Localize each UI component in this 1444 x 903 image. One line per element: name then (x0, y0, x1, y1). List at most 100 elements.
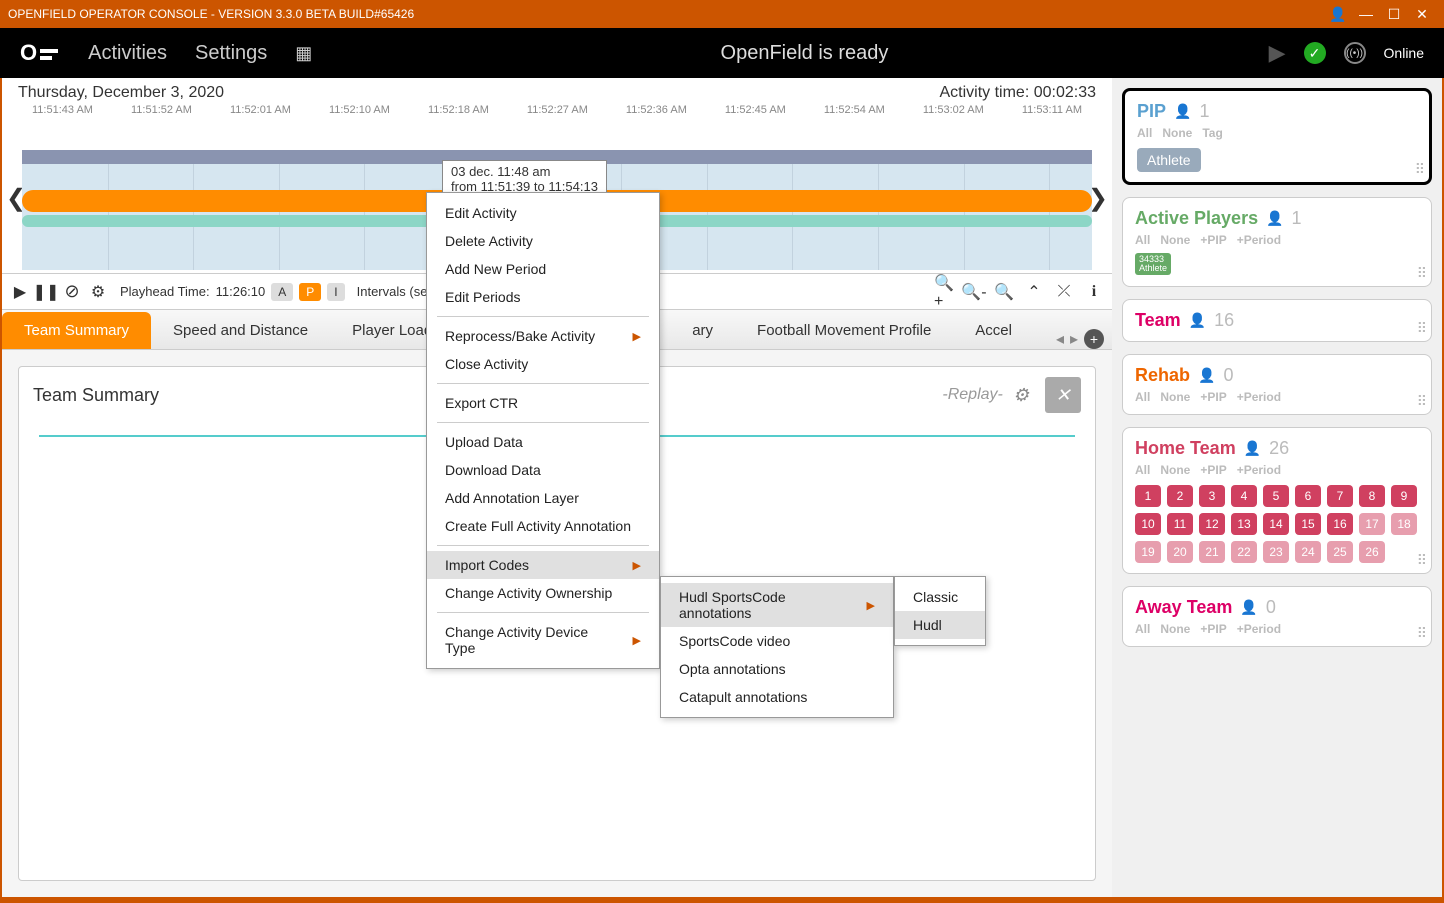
info-icon[interactable]: i (1084, 282, 1104, 302)
filter-all[interactable]: All (1137, 126, 1152, 140)
zoom-in-icon[interactable]: 🔍+ (934, 282, 954, 302)
menu-item[interactable]: Hudl SportsCode annotations▶ (661, 583, 893, 627)
player-number[interactable]: 25 (1327, 541, 1353, 563)
player-number[interactable]: 24 (1295, 541, 1321, 563)
timeline-date: Thursday, December 3, 2020 (18, 84, 224, 102)
menu-item[interactable]: Catapult annotations (661, 683, 893, 711)
player-number[interactable]: 8 (1359, 485, 1385, 507)
pause-button[interactable]: ❚❚ (36, 282, 56, 302)
player-number[interactable]: 6 (1295, 485, 1321, 507)
panel-close-button[interactable]: ✕ (1045, 377, 1081, 413)
player-number[interactable]: 14 (1263, 513, 1289, 535)
player-number[interactable]: 15 (1295, 513, 1321, 535)
drag-handle-icon[interactable]: ⠿ (1415, 161, 1423, 178)
tab-team-summary[interactable]: Team Summary (2, 312, 151, 349)
player-number[interactable]: 2 (1167, 485, 1193, 507)
menu-item[interactable]: Close Activity (427, 350, 659, 378)
maximize-icon[interactable]: ☐ (1380, 6, 1408, 23)
player-number[interactable]: 11 (1167, 513, 1193, 535)
tab-football-movement[interactable]: Football Movement Profile (735, 312, 953, 349)
player-number[interactable]: 17 (1359, 513, 1385, 535)
tab-speed-distance[interactable]: Speed and Distance (151, 312, 330, 349)
user-icon[interactable]: 👤 (1324, 6, 1352, 23)
athlete-pill[interactable]: Athlete (1137, 148, 1201, 172)
nav-settings[interactable]: Settings (195, 42, 267, 65)
card-home-team[interactable]: Home Team👤26 AllNone+PIP+Period 12345678… (1122, 427, 1432, 574)
zoom-fit-icon[interactable]: 🔍 (994, 282, 1014, 302)
panel-settings-icon[interactable]: ⚙ (1013, 385, 1029, 406)
menu-item[interactable]: Upload Data (427, 428, 659, 456)
tab-prev-icon[interactable]: ◂ (1056, 329, 1064, 349)
menu-item[interactable]: Download Data (427, 456, 659, 484)
mode-i-button[interactable]: I (327, 283, 344, 301)
stop-button[interactable]: ⊘ (62, 282, 82, 302)
filter-none[interactable]: None (1162, 126, 1192, 140)
menu-item[interactable]: Import Codes▶ (427, 551, 659, 579)
tab-next-icon[interactable]: ▸ (1070, 329, 1078, 349)
context-menu[interactable]: Edit ActivityDelete ActivityAdd New Peri… (426, 192, 660, 669)
menu-item[interactable]: Hudl (895, 611, 985, 639)
athlete-badge[interactable]: 34333Athlete (1135, 253, 1171, 275)
menu-item[interactable]: SportsCode video (661, 627, 893, 655)
card-pip[interactable]: PIP👤1 AllNoneTag Athlete ⠿ (1122, 88, 1432, 185)
menu-item[interactable]: Opta annotations (661, 655, 893, 683)
player-number[interactable]: 18 (1391, 513, 1417, 535)
app-logo: O (20, 40, 58, 66)
menu-item[interactable]: Delete Activity (427, 227, 659, 255)
settings-cog-icon[interactable]: ⚙ (88, 282, 108, 302)
menu-item[interactable]: Add Annotation Layer (427, 484, 659, 512)
status-ok-icon: ✓ (1304, 42, 1326, 64)
player-number[interactable]: 10 (1135, 513, 1161, 535)
mode-a-button[interactable]: A (271, 283, 293, 301)
player-number[interactable]: 21 (1199, 541, 1225, 563)
filter-tag[interactable]: Tag (1202, 126, 1222, 140)
minimize-icon[interactable]: — (1352, 6, 1380, 22)
player-number[interactable]: 9 (1391, 485, 1417, 507)
player-number[interactable]: 12 (1199, 513, 1225, 535)
menu-item[interactable]: Create Full Activity Annotation (427, 512, 659, 540)
top-nav: O Activities Settings ▦ OpenField is rea… (0, 28, 1444, 78)
playhead-value: 11:26:10 (216, 284, 266, 299)
signal-icon: ((•)) (1344, 42, 1366, 64)
player-number[interactable]: 23 (1263, 541, 1289, 563)
play-button[interactable]: ▶ (10, 282, 30, 302)
add-tab-button[interactable]: + (1084, 329, 1104, 349)
tab-partial[interactable]: ary (684, 312, 735, 349)
menu-item[interactable]: Change Activity Device Type▶ (427, 618, 659, 662)
close-icon[interactable]: ✕ (1408, 6, 1436, 23)
context-submenu-import[interactable]: Hudl SportsCode annotations▶SportsCode v… (660, 576, 894, 718)
player-number[interactable]: 19 (1135, 541, 1161, 563)
context-submenu-hudl[interactable]: ClassicHudl (894, 576, 986, 646)
menu-item[interactable]: Classic (895, 583, 985, 611)
nav-activities[interactable]: Activities (88, 42, 167, 65)
player-number[interactable]: 26 (1359, 541, 1385, 563)
player-number[interactable]: 7 (1327, 485, 1353, 507)
player-number[interactable]: 20 (1167, 541, 1193, 563)
card-away-team[interactable]: Away Team👤0 AllNone+PIP+Period ⠿ (1122, 586, 1432, 647)
card-active-players[interactable]: Active Players👤1 AllNone+PIP+Period 3433… (1122, 197, 1432, 287)
menu-item[interactable]: Export CTR (427, 389, 659, 417)
menu-item[interactable]: Edit Periods (427, 283, 659, 311)
play-icon[interactable]: ▶ (1269, 40, 1286, 66)
player-number[interactable]: 16 (1327, 513, 1353, 535)
card-rehab[interactable]: Rehab👤0 AllNone+PIP+Period ⠿ (1122, 354, 1432, 415)
window-title: OPENFIELD OPERATOR CONSOLE - VERSION 3.3… (8, 7, 414, 21)
menu-item[interactable]: Change Activity Ownership (427, 579, 659, 607)
activity-time: Activity time: 00:02:33 (939, 84, 1096, 102)
player-number[interactable]: 13 (1231, 513, 1257, 535)
tab-accel[interactable]: Accel (953, 312, 1034, 349)
nav-apps-icon[interactable]: ▦ (295, 43, 312, 64)
card-team[interactable]: Team👤16 ⠿ (1122, 299, 1432, 342)
collapse-up-icon[interactable]: ⌃ (1024, 282, 1044, 302)
zoom-out-icon[interactable]: 🔍- (964, 282, 984, 302)
player-number[interactable]: 5 (1263, 485, 1289, 507)
menu-item[interactable]: Edit Activity (427, 199, 659, 227)
player-number[interactable]: 1 (1135, 485, 1161, 507)
menu-item[interactable]: Add New Period (427, 255, 659, 283)
mode-p-button[interactable]: P (299, 283, 321, 301)
player-number[interactable]: 4 (1231, 485, 1257, 507)
menu-item[interactable]: Reprocess/Bake Activity▶ (427, 322, 659, 350)
player-number[interactable]: 22 (1231, 541, 1257, 563)
compress-icon[interactable]: ⤫ (1054, 282, 1074, 302)
player-number[interactable]: 3 (1199, 485, 1225, 507)
